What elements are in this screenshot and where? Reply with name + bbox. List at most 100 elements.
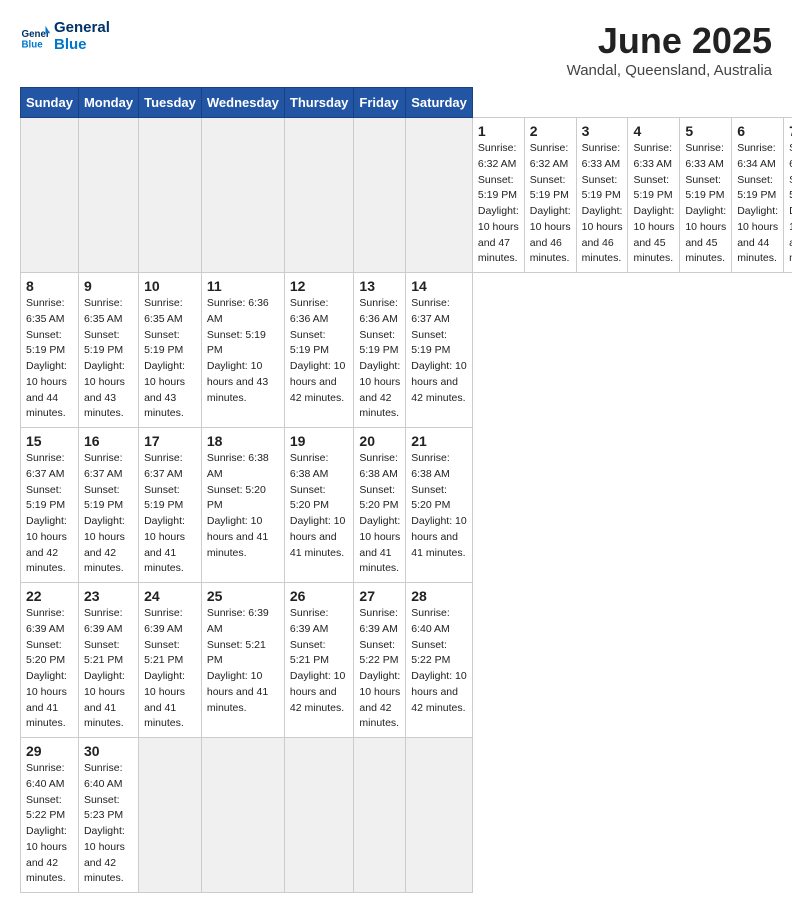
calendar-week-3: 15 Sunrise: 6:37 AMSunset: 5:19 PMDayligh… [21,428,792,583]
day-info: Sunrise: 6:40 AMSunset: 5:23 PMDaylight:… [84,761,133,887]
day-info: Sunrise: 6:33 AMSunset: 5:19 PMDaylight:… [685,141,726,267]
calendar-cell: 4Sunrise: 6:33 AMSunset: 5:19 PMDaylight… [628,118,680,273]
calendar-cell [354,118,406,273]
day-number: 22 [26,588,73,604]
calendar-cell: 27Sunrise: 6:39 AMSunset: 5:22 PMDayligh… [354,583,406,738]
calendar-cell: 7Sunrise: 6:34 AMSunset: 5:19 PMDaylight… [784,118,792,273]
day-info: Sunrise: 6:37 AMSunset: 5:19 PMDaylight:… [144,451,196,577]
logo-icon: General Blue [20,22,50,52]
day-number: 17 [144,433,196,449]
day-number: 4 [633,123,674,139]
calendar-table: SundayMondayTuesdayWednesdayThursdayFrid… [20,87,792,893]
day-number: 18 [207,433,279,449]
day-info: Sunrise: 6:39 AMSunset: 5:21 PMDaylight:… [290,606,349,716]
calendar-cell: 22 Sunrise: 6:39 AMSunset: 5:20 PMDayligh… [21,583,79,738]
day-number: 16 [84,433,133,449]
day-number: 13 [359,278,400,294]
day-info: Sunrise: 6:32 AMSunset: 5:19 PMDaylight:… [478,141,519,267]
day-info: Sunrise: 6:39 AMSunset: 5:21 PMDaylight:… [144,606,196,732]
calendar-cell: 21Sunrise: 6:38 AMSunset: 5:20 PMDayligh… [406,428,473,583]
day-number: 15 [26,433,73,449]
calendar-cell [354,738,406,893]
day-number: 14 [411,278,467,294]
day-number: 19 [290,433,349,449]
day-number: 20 [359,433,400,449]
calendar-cell [201,118,284,273]
calendar-week-4: 22 Sunrise: 6:39 AMSunset: 5:20 PMDayligh… [21,583,792,738]
logo-line1: General [54,20,110,37]
calendar-cell [139,118,202,273]
month-title: June 2025 [567,20,772,62]
day-number: 26 [290,588,349,604]
page-header: General Blue General Blue June 2025 Wand… [20,20,772,79]
calendar-cell: 14 Sunrise: 6:37 AMSunset: 5:19 PMDayligh… [406,273,473,428]
day-number: 9 [84,278,133,294]
day-number: 23 [84,588,133,604]
calendar-cell [284,738,354,893]
day-number: 8 [26,278,73,294]
day-info: Sunrise: 6:37 AMSunset: 5:19 PMDaylight:… [411,296,467,406]
header-day-saturday: Saturday [406,88,473,118]
calendar-cell: 19 Sunrise: 6:38 AMSunset: 5:20 PMDayligh… [284,428,354,583]
day-info: Sunrise: 6:32 AMSunset: 5:19 PMDaylight:… [530,141,571,267]
day-info: Sunrise: 6:34 AMSunset: 5:19 PMDaylight:… [737,141,778,267]
day-number: 2 [530,123,571,139]
calendar-cell: 23 Sunrise: 6:39 AMSunset: 5:21 PMDayligh… [78,583,138,738]
header-day-friday: Friday [354,88,406,118]
day-info: Sunrise: 6:36 AMSunset: 5:19 PMDaylight:… [359,296,400,422]
calendar-cell: 20 Sunrise: 6:38 AMSunset: 5:20 PMDayligh… [354,428,406,583]
day-info: Sunrise: 6:38 AMSunset: 5:20 PMDaylight:… [359,451,400,577]
day-number: 12 [290,278,349,294]
svg-text:Blue: Blue [22,39,44,50]
calendar-cell: 18 Sunrise: 6:38 AMSunset: 5:20 PMDayligh… [201,428,284,583]
day-number: 30 [84,743,133,759]
day-number: 29 [26,743,73,759]
calendar-cell: 12Sunrise: 6:36 AMSunset: 5:19 PMDayligh… [284,273,354,428]
calendar-cell [21,118,79,273]
day-info: Sunrise: 6:38 AMSunset: 5:20 PMDaylight:… [207,451,279,561]
calendar-cell [406,738,473,893]
day-info: Sunrise: 6:39 AMSunset: 5:21 PMDaylight:… [84,606,133,732]
calendar-cell: 5 Sunrise: 6:33 AMSunset: 5:19 PMDaylight… [680,118,732,273]
day-number: 25 [207,588,279,604]
day-info: Sunrise: 6:39 AMSunset: 5:21 PMDaylight:… [207,606,279,716]
day-info: Sunrise: 6:40 AMSunset: 5:22 PMDaylight:… [26,761,73,887]
calendar-cell: 1Sunrise: 6:32 AMSunset: 5:19 PMDaylight… [472,118,524,273]
day-number: 27 [359,588,400,604]
day-number: 5 [685,123,726,139]
calendar-cell: 17 Sunrise: 6:37 AMSunset: 5:19 PMDayligh… [139,428,202,583]
calendar-header-row: SundayMondayTuesdayWednesdayThursdayFrid… [21,88,792,118]
calendar-cell: 8 Sunrise: 6:35 AMSunset: 5:19 PMDaylight… [21,273,79,428]
header-day-monday: Monday [78,88,138,118]
calendar-cell [139,738,202,893]
calendar-cell: 29 Sunrise: 6:40 AMSunset: 5:22 PMDayligh… [21,738,79,893]
location-title: Wandal, Queensland, Australia [567,62,772,79]
day-info: Sunrise: 6:37 AMSunset: 5:19 PMDaylight:… [26,451,73,577]
calendar-cell: 15 Sunrise: 6:37 AMSunset: 5:19 PMDayligh… [21,428,79,583]
calendar-cell: 16 Sunrise: 6:37 AMSunset: 5:19 PMDayligh… [78,428,138,583]
header-day-sunday: Sunday [21,88,79,118]
day-info: Sunrise: 6:39 AMSunset: 5:20 PMDaylight:… [26,606,73,732]
title-area: June 2025 Wandal, Queensland, Australia [567,20,772,79]
header-day-wednesday: Wednesday [201,88,284,118]
day-number: 11 [207,278,279,294]
calendar-week-2: 8 Sunrise: 6:35 AMSunset: 5:19 PMDaylight… [21,273,792,428]
calendar-cell: 28 Sunrise: 6:40 AMSunset: 5:22 PMDayligh… [406,583,473,738]
calendar-cell [201,738,284,893]
day-number: 3 [582,123,623,139]
calendar-cell: 2 Sunrise: 6:32 AMSunset: 5:19 PMDaylight… [524,118,576,273]
day-info: Sunrise: 6:40 AMSunset: 5:22 PMDaylight:… [411,606,467,716]
calendar-cell: 3Sunrise: 6:33 AMSunset: 5:19 PMDaylight… [576,118,628,273]
day-info: Sunrise: 6:35 AMSunset: 5:19 PMDaylight:… [26,296,73,422]
day-info: Sunrise: 6:37 AMSunset: 5:19 PMDaylight:… [84,451,133,577]
header-day-thursday: Thursday [284,88,354,118]
day-info: Sunrise: 6:38 AMSunset: 5:20 PMDaylight:… [411,451,467,561]
day-number: 24 [144,588,196,604]
day-number: 28 [411,588,467,604]
calendar-cell [284,118,354,273]
day-number: 10 [144,278,196,294]
calendar-week-5: 29 Sunrise: 6:40 AMSunset: 5:22 PMDayligh… [21,738,792,893]
day-info: Sunrise: 6:38 AMSunset: 5:20 PMDaylight:… [290,451,349,561]
day-number: 6 [737,123,778,139]
calendar-week-1: 1Sunrise: 6:32 AMSunset: 5:19 PMDaylight… [21,118,792,273]
